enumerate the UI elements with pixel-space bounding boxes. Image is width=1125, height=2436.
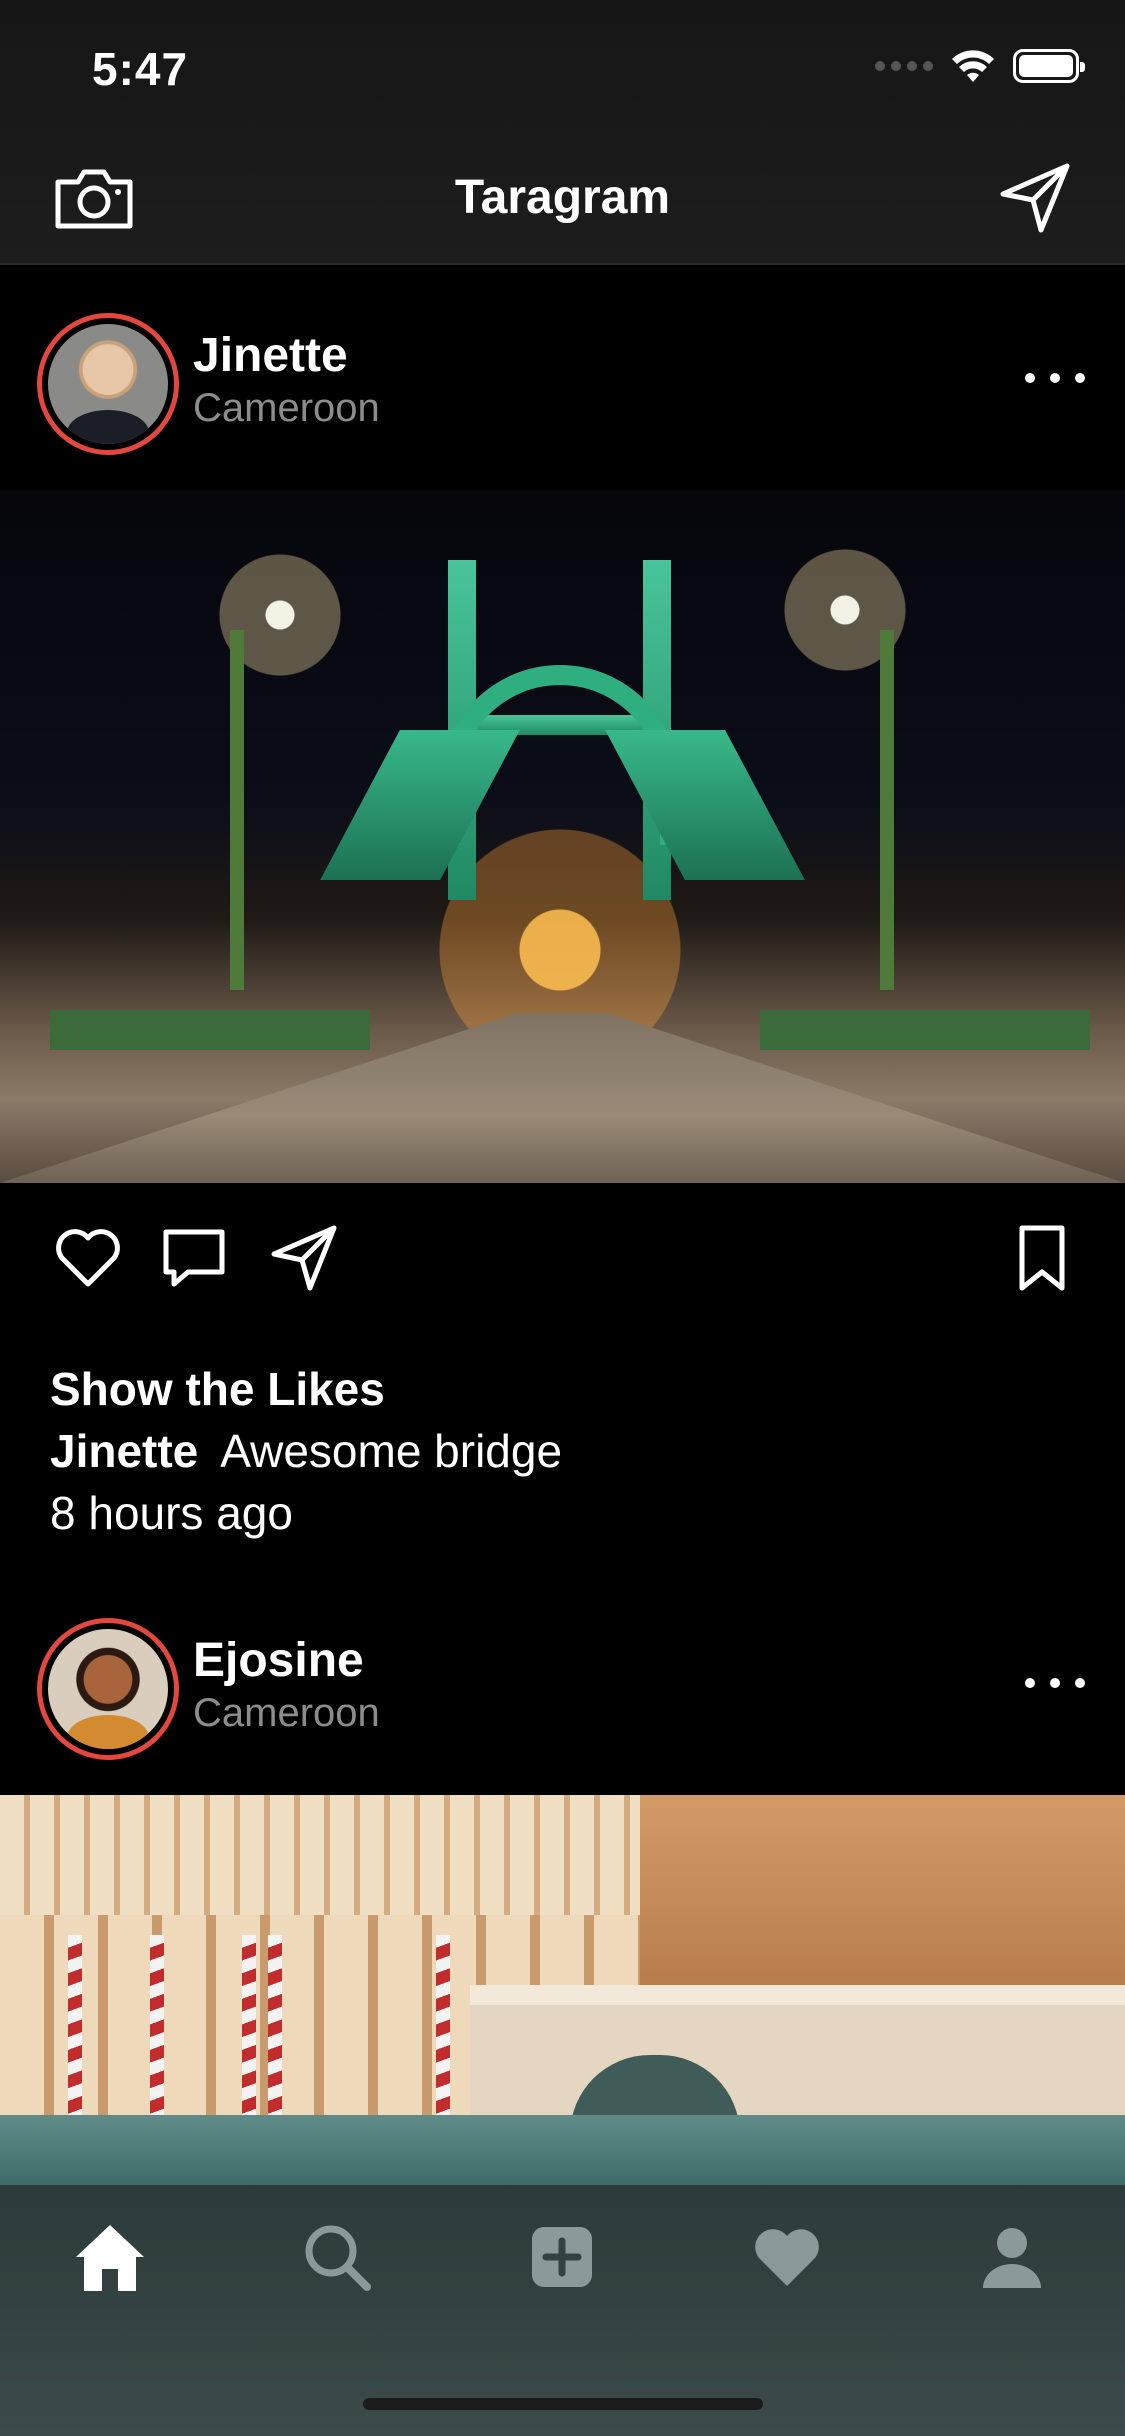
post-location: Cameroon — [193, 1691, 380, 1735]
avatar[interactable] — [37, 1618, 179, 1760]
cellular-signal-icon — [875, 61, 933, 71]
tab-home[interactable] — [70, 2217, 150, 2297]
comment-icon[interactable] — [158, 1222, 230, 1294]
more-options-icon[interactable] — [1025, 358, 1085, 398]
bookmark-icon[interactable] — [1006, 1222, 1078, 1294]
show-likes-link[interactable]: Show the Likes — [50, 1362, 385, 1416]
post-timestamp: 8 hours ago — [50, 1487, 293, 1539]
add-icon — [532, 2227, 592, 2287]
post-photo[interactable] — [0, 1795, 1125, 2185]
top-chrome: 5:47 Taragram — [0, 0, 1125, 265]
profile-icon — [983, 2228, 1041, 2288]
post-header: Ejosine Cameroon — [0, 1605, 1125, 1760]
status-time: 5:47 — [92, 43, 189, 95]
battery-icon — [1013, 49, 1085, 83]
status-icons — [875, 48, 1085, 84]
search-icon — [305, 2225, 371, 2291]
post-location: Cameroon — [193, 386, 380, 430]
caption-username[interactable]: Jinette — [50, 1425, 198, 1477]
heart-icon[interactable] — [52, 1222, 124, 1294]
tab-search[interactable] — [297, 2217, 377, 2297]
app-title: Taragram — [454, 171, 671, 224]
home-icon — [76, 2225, 144, 2291]
caption-text: Awesome bridge — [220, 1425, 563, 1477]
tab-activity[interactable] — [747, 2217, 827, 2297]
post-actions — [0, 1222, 1125, 1312]
post-username[interactable]: Jinette — [193, 328, 348, 383]
post-photo[interactable] — [0, 490, 1125, 1183]
post-header: Jinette Cameroon — [0, 300, 1125, 455]
tab-bar — [0, 2185, 1125, 2436]
tab-profile[interactable] — [972, 2217, 1052, 2297]
home-indicator[interactable] — [363, 2398, 763, 2410]
paper-plane-icon[interactable] — [997, 160, 1073, 236]
post-username[interactable]: Ejosine — [193, 1633, 364, 1688]
wifi-icon — [952, 50, 994, 82]
heart-icon — [755, 2229, 819, 2286]
tab-add[interactable] — [522, 2217, 602, 2297]
avatar[interactable] — [37, 313, 179, 455]
more-options-icon[interactable] — [1025, 1663, 1085, 1703]
post-caption: Jinette Awesome bridge — [50, 1424, 562, 1478]
share-icon[interactable] — [268, 1222, 340, 1294]
